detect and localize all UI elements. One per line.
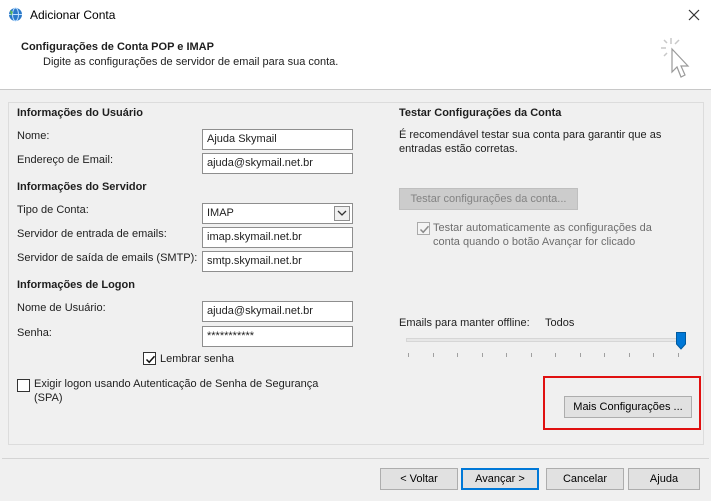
offline-slider-thumb[interactable] xyxy=(676,332,686,350)
offline-value: Todos xyxy=(545,317,575,329)
slider-tick xyxy=(628,353,630,357)
slider-tick xyxy=(506,353,507,357)
remember-password-checkbox[interactable] xyxy=(143,352,156,365)
close-icon[interactable] xyxy=(683,4,705,26)
name-field[interactable]: Ajuda Skymail xyxy=(202,129,353,150)
slider-tick xyxy=(530,353,532,357)
wizard-cursor-icon xyxy=(655,34,701,86)
outlook-globe-icon xyxy=(8,7,23,22)
username-label: Nome de Usuário: xyxy=(17,302,106,314)
checkmark-icon xyxy=(145,355,156,364)
auto-test-label-line2[interactable]: conta quando o botão Avançar for clicado xyxy=(433,236,635,248)
slider-tick xyxy=(481,353,483,357)
window-title: Adicionar Conta xyxy=(30,8,116,22)
slider-tick xyxy=(604,353,605,357)
incoming-server-label: Servidor de entrada de emails: xyxy=(17,228,167,240)
name-label: Nome: xyxy=(17,130,50,142)
dialog-body: Informações do Usuário Nome: Ajuda Skyma… xyxy=(0,90,711,501)
slider-tick xyxy=(555,353,556,357)
incoming-server-field[interactable]: imap.skymail.net.br xyxy=(202,227,353,248)
account-type-value: IMAP xyxy=(207,207,234,219)
next-button[interactable]: Avançar > xyxy=(461,468,539,490)
slider-tick xyxy=(653,353,654,357)
test-description-line1: É recomendável testar sua conta para gar… xyxy=(399,129,662,141)
header-subtitle: Digite as configurações de servidor de e… xyxy=(43,56,339,68)
spa-label-line1[interactable]: Exigir logon usando Autenticação de Senh… xyxy=(34,378,318,390)
password-field[interactable]: *********** xyxy=(202,326,353,347)
outgoing-server-field[interactable]: smtp.skymail.net.br xyxy=(202,251,353,272)
slider-tick xyxy=(457,353,458,357)
chevron-down-icon[interactable] xyxy=(334,206,350,221)
password-label: Senha: xyxy=(17,327,52,339)
account-type-label: Tipo de Conta: xyxy=(17,204,89,216)
email-label: Endereço de Email: xyxy=(17,154,113,166)
username-field[interactable]: ajuda@skymail.net.br xyxy=(202,301,353,322)
logon-info-heading: Informações de Logon xyxy=(17,279,135,291)
spa-checkbox[interactable] xyxy=(17,379,30,392)
checkmark-icon xyxy=(419,225,430,234)
offline-label: Emails para manter offline: xyxy=(399,317,530,329)
test-description-line2: entradas estão corretas. xyxy=(399,143,518,155)
slider-tick xyxy=(677,353,679,357)
email-field[interactable]: ajuda@skymail.net.br xyxy=(202,153,353,174)
more-settings-button[interactable]: Mais Configurações ... xyxy=(564,396,692,418)
back-button[interactable]: < Voltar xyxy=(380,468,458,490)
cancel-button[interactable]: Cancelar xyxy=(546,468,624,490)
auto-test-label-line1[interactable]: Testar automaticamente as configurações … xyxy=(433,222,652,234)
slider-tick xyxy=(432,353,434,357)
offline-slider-track[interactable] xyxy=(406,338,686,342)
footer-divider xyxy=(2,458,709,459)
auto-test-checkbox[interactable] xyxy=(417,222,430,235)
title-bar: Adicionar Conta xyxy=(0,0,711,30)
slider-tick xyxy=(579,353,581,357)
help-button[interactable]: Ajuda xyxy=(628,468,700,490)
server-info-heading: Informações do Servidor xyxy=(17,181,147,193)
user-info-heading: Informações do Usuário xyxy=(17,107,143,119)
test-account-settings-button[interactable]: Testar configurações da conta... xyxy=(399,188,578,210)
spa-label-line2[interactable]: (SPA) xyxy=(34,392,63,404)
slider-tick xyxy=(408,353,409,357)
dialog-header: Configurações de Conta POP e IMAP Digite… xyxy=(0,30,711,90)
account-type-select[interactable]: IMAP xyxy=(202,203,353,224)
outgoing-server-label: Servidor de saída de emails (SMTP): xyxy=(17,252,198,264)
test-settings-heading: Testar Configurações da Conta xyxy=(399,107,562,119)
remember-password-label[interactable]: Lembrar senha xyxy=(160,353,234,365)
header-title: Configurações de Conta POP e IMAP xyxy=(21,41,214,53)
